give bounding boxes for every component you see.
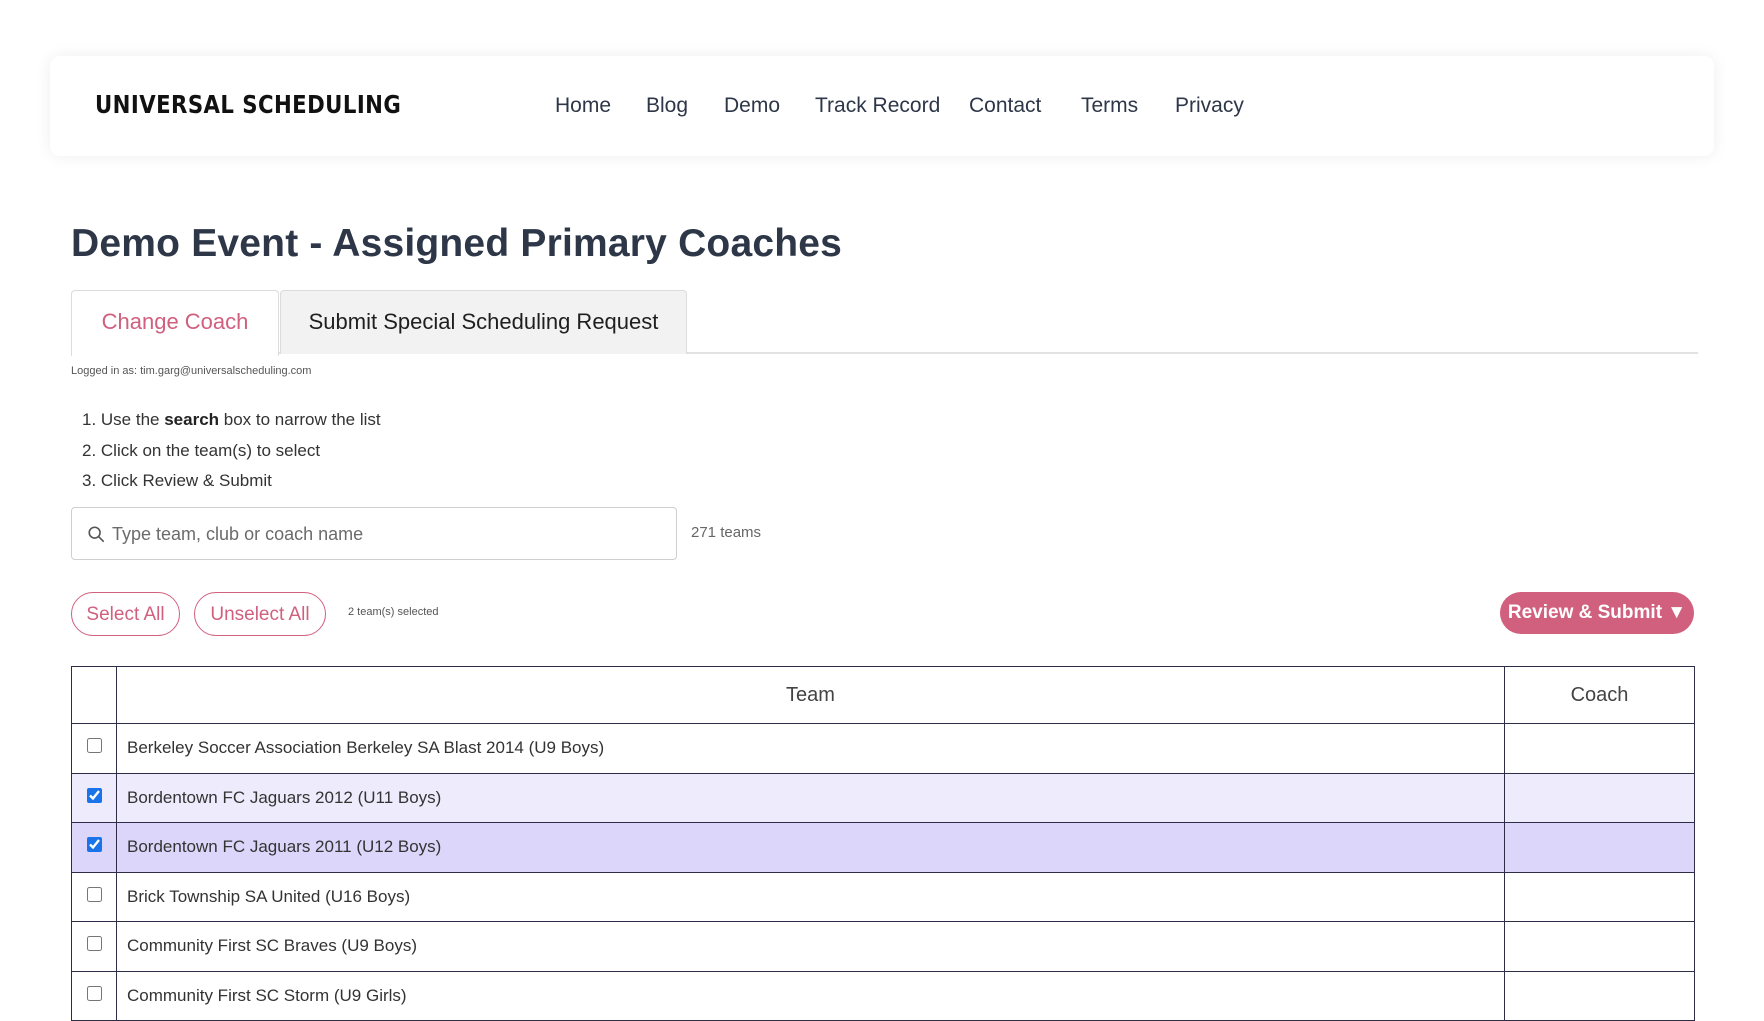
coach-cell — [1504, 871, 1695, 922]
coach-cell — [1504, 921, 1695, 972]
row-checkbox[interactable] — [86, 886, 102, 902]
site-header: UNIVERSAL SCHEDULING Home Blog Demo Trac… — [50, 56, 1714, 156]
row-select-cell — [71, 772, 117, 823]
step-1-prefix: 1. Use the — [82, 410, 165, 429]
instruction-step-1: 1. Use the search box to narrow the list — [82, 405, 381, 436]
select-all-button[interactable]: Select All — [71, 592, 180, 636]
coach-cell — [1504, 970, 1695, 1021]
main-nav: Home Blog Demo Track Record Contact Term… — [50, 56, 1714, 156]
nav-home[interactable]: Home — [555, 94, 611, 118]
team-cell[interactable]: Community First SC Braves (U9 Boys) — [116, 921, 1505, 972]
team-cell[interactable]: Brick Township SA United (U16 Boys) — [116, 871, 1505, 922]
table-row[interactable]: Community First SC Braves (U9 Boys) — [71, 921, 1695, 972]
tab-bar: Change Coach Submit Special Scheduling R… — [71, 290, 1698, 356]
team-column-header: Team — [116, 666, 1505, 724]
team-cell[interactable]: Berkeley Soccer Association Berkeley SA … — [116, 723, 1505, 774]
table-row[interactable]: Community First SC Storm (U9 Girls) — [71, 970, 1695, 1021]
coach-column-header: Coach — [1504, 666, 1695, 724]
search-box[interactable] — [71, 507, 677, 560]
table-header-row: Team Coach — [71, 666, 1695, 724]
instructions-list: 1. Use the search box to narrow the list… — [82, 405, 381, 497]
row-select-cell — [71, 970, 117, 1021]
tab-change-coach[interactable]: Change Coach — [71, 290, 279, 356]
nav-track-record[interactable]: Track Record — [815, 94, 940, 118]
table-row[interactable]: Brick Township SA United (U16 Boys) — [71, 871, 1695, 922]
team-cell[interactable]: Bordentown FC Jaguars 2011 (U12 Boys) — [116, 822, 1505, 873]
row-select-cell — [71, 822, 117, 873]
teams-table: Team Coach Berkeley Soccer Association B… — [71, 666, 1695, 1021]
coach-cell — [1504, 822, 1695, 873]
nav-privacy[interactable]: Privacy — [1175, 94, 1244, 118]
selected-count: 2 team(s) selected — [348, 606, 439, 618]
team-cell[interactable]: Bordentown FC Jaguars 2012 (U11 Boys) — [116, 772, 1505, 823]
search-input[interactable] — [112, 516, 662, 552]
search-icon — [88, 526, 105, 543]
row-checkbox[interactable] — [86, 837, 102, 853]
row-checkbox[interactable] — [86, 985, 102, 1001]
nav-terms[interactable]: Terms — [1081, 94, 1138, 118]
table-row[interactable]: Bordentown FC Jaguars 2012 (U11 Boys) — [71, 772, 1695, 823]
logged-in-text: Logged in as: tim.garg@universalscheduli… — [71, 365, 312, 377]
nav-blog[interactable]: Blog — [646, 94, 688, 118]
row-select-cell — [71, 871, 117, 922]
tab-special-request[interactable]: Submit Special Scheduling Request — [280, 290, 687, 354]
row-select-cell — [71, 723, 117, 774]
row-checkbox[interactable] — [86, 787, 102, 803]
row-checkbox[interactable] — [86, 738, 102, 754]
table-row[interactable]: Bordentown FC Jaguars 2011 (U12 Boys) — [71, 822, 1695, 873]
unselect-all-button[interactable]: Unselect All — [194, 592, 326, 636]
row-checkbox[interactable] — [86, 936, 102, 952]
team-count: 271 teams — [691, 524, 762, 541]
nav-contact[interactable]: Contact — [969, 94, 1041, 118]
coach-cell — [1504, 723, 1695, 774]
instruction-step-2: 2. Click on the team(s) to select — [82, 440, 321, 460]
nav-demo[interactable]: Demo — [724, 94, 780, 118]
instruction-step-3: 3. Click Review & Submit — [82, 471, 272, 490]
page-title: Demo Event - Assigned Primary Coaches — [71, 222, 843, 265]
step-1-suffix: box to narrow the list — [219, 410, 381, 429]
coach-cell — [1504, 772, 1695, 823]
review-submit-button[interactable]: Review & Submit ▼ — [1500, 592, 1694, 634]
row-select-cell — [71, 921, 117, 972]
table-row[interactable]: Berkeley Soccer Association Berkeley SA … — [71, 723, 1695, 774]
team-cell[interactable]: Community First SC Storm (U9 Girls) — [116, 970, 1505, 1021]
step-1-bold: search — [164, 410, 220, 429]
select-column-header — [71, 666, 117, 724]
